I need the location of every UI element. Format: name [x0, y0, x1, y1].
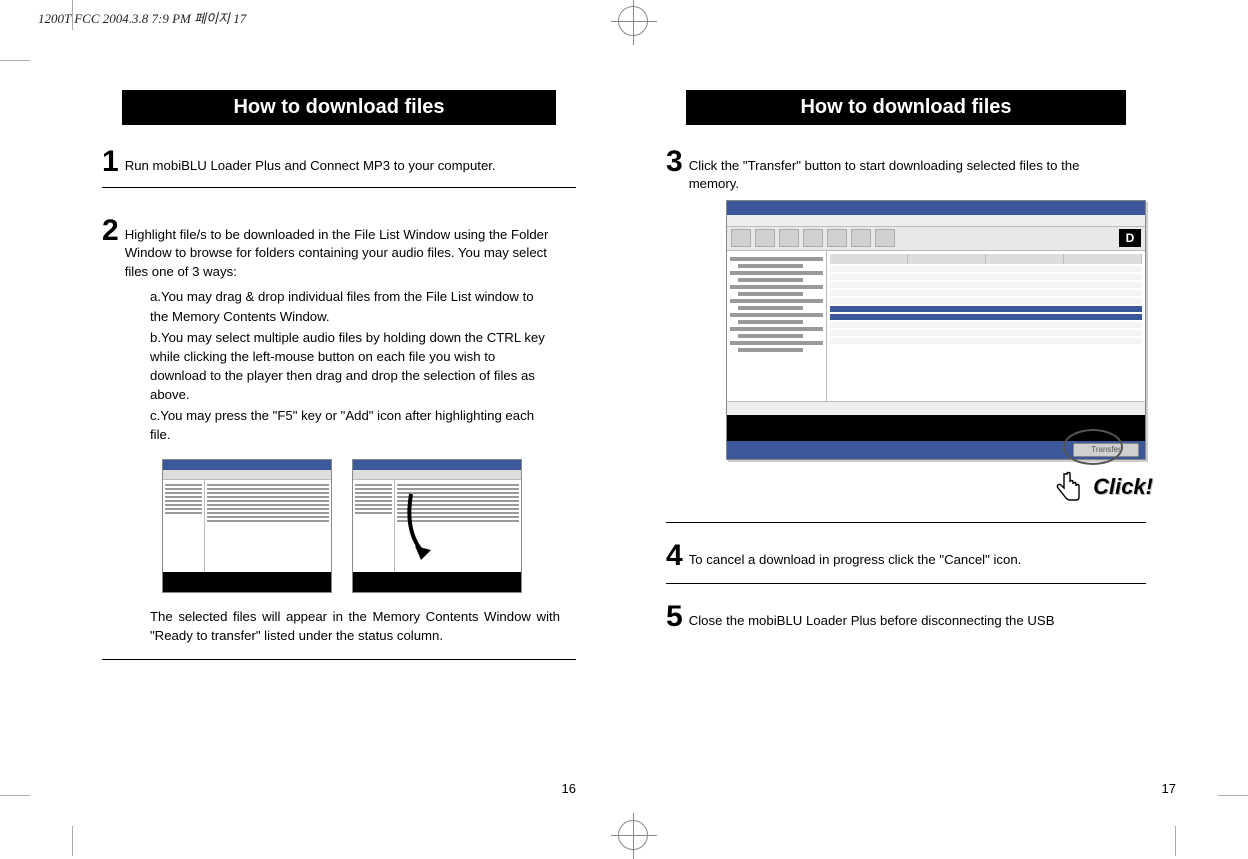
crop-mark [1175, 826, 1176, 856]
toolbar-button [779, 229, 799, 247]
sub-item-a: a.You may drag & drop individual files f… [150, 287, 555, 325]
toolbar-button [803, 229, 823, 247]
step-2-sublist: a.You may drag & drop individual files f… [150, 287, 555, 444]
step-text: Run mobiBLU Loader Plus and Connect MP3 … [125, 147, 496, 175]
registration-mark-bottom [618, 820, 648, 850]
registration-mark-top [618, 6, 648, 36]
divider [102, 659, 576, 660]
step-text: Highlight file/s to be downloaded in the… [125, 216, 555, 281]
step-number: 5 [666, 602, 683, 632]
right-page: How to download files 3 Click the "Trans… [656, 60, 1176, 796]
step-number: 2 [102, 216, 119, 246]
sub-item-c: c.You may press the "F5" key or "Add" ic… [150, 406, 555, 444]
folder-tree [727, 251, 827, 401]
toolbar-button [875, 229, 895, 247]
left-page: How to download files 1 Run mobiBLU Load… [72, 60, 596, 796]
sub-item-b: b.You may select multiple audio files by… [150, 328, 555, 405]
crop-mark [0, 795, 30, 796]
crop-mark [0, 60, 30, 61]
crop-mark [72, 826, 73, 856]
memory-panel-label [727, 401, 1145, 415]
step-4: 4 To cancel a download in progress click… [666, 541, 1146, 571]
step-5: 5 Close the mobiBLU Loader Plus before d… [666, 602, 1146, 632]
toolbar-button [851, 229, 871, 247]
click-callout: Click! [1049, 467, 1153, 507]
toolbar-button [827, 229, 847, 247]
toolbar-button [731, 229, 751, 247]
divider [666, 522, 1146, 523]
screenshot-row: 1 [162, 459, 576, 593]
status-bar: Transfer [727, 441, 1145, 459]
step-1: 1 Run mobiBLU Loader Plus and Connect MP… [102, 147, 576, 177]
step-number: 3 [666, 147, 683, 177]
page-number-left: 16 [562, 781, 576, 796]
step-number: 4 [666, 541, 683, 571]
crop-mark [72, 0, 73, 30]
drag-arrow-icon [403, 490, 443, 560]
file-list [827, 251, 1145, 401]
step-text: To cancel a download in progress click t… [689, 541, 1022, 569]
screenshot-thumb-2: 1 [352, 459, 522, 593]
step-text: Close the mobiBLU Loader Plus before dis… [689, 602, 1055, 630]
step-text: Click the "Transfer" button to start dow… [689, 147, 1119, 194]
screenshot-transfer: D Transfer [726, 200, 1146, 460]
transfer-button[interactable]: Transfer [1073, 443, 1139, 457]
section-title-right: How to download files [686, 90, 1126, 125]
screenshot-thumb-1 [162, 459, 332, 593]
step-number: 1 [102, 147, 119, 177]
doc-header: 1200T FCC 2004.3.8 7:9 PM 페이지 17 [38, 8, 246, 27]
divider [102, 187, 576, 188]
callout-line [521, 533, 522, 534]
section-title-left: How to download files [122, 90, 556, 125]
hand-pointer-icon [1049, 467, 1089, 507]
step-3: 3 Click the "Transfer" button to start d… [666, 147, 1146, 194]
toolbar-button [755, 229, 775, 247]
divider [666, 583, 1146, 584]
click-label: Click! [1093, 474, 1153, 500]
app-logo-icon: D [1119, 229, 1141, 247]
step-2-caption: The selected files will appear in the Me… [150, 607, 560, 645]
step-2: 2 Highlight file/s to be downloaded in t… [102, 216, 576, 281]
page-number-right: 17 [1162, 781, 1176, 796]
crop-mark [1218, 795, 1248, 796]
